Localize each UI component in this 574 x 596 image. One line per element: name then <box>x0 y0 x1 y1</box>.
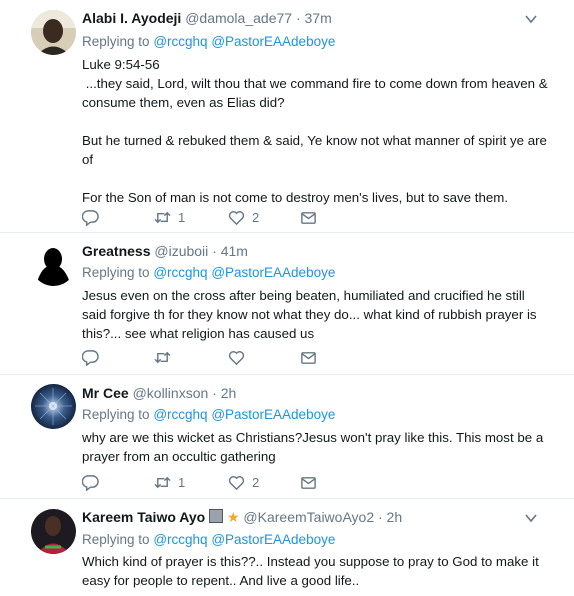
like-button[interactable]: 2 <box>228 207 259 227</box>
like-icon <box>228 350 245 365</box>
dm-button[interactable] <box>300 347 317 367</box>
avatar[interactable] <box>31 241 76 286</box>
reply-button[interactable] <box>82 472 99 492</box>
replying-to: Replying to @rccghq @PastorEAAdeboye <box>82 532 335 547</box>
star-emoji-icon: ★ <box>226 509 240 525</box>
mention-link[interactable]: @rccghq <box>153 532 207 547</box>
caret-down-icon[interactable] <box>524 12 538 26</box>
tweet-2[interactable]: Greatness @izuboii · 41m Replying to @rc… <box>0 233 574 375</box>
author-handle[interactable]: @izuboii <box>154 243 208 259</box>
replying-to-label: Replying to <box>82 532 150 547</box>
tweet-actions: 1 2 <box>82 472 382 492</box>
dm-icon <box>301 476 316 489</box>
retweet-button[interactable]: 1 <box>154 207 185 227</box>
author-name[interactable]: Kareem Taiwo Ayo <box>82 509 205 525</box>
tweet-text: why are we this wicket as Christians?Jes… <box>82 430 547 464</box>
mention-link[interactable]: @rccghq <box>153 34 207 49</box>
reply-button[interactable] <box>82 347 99 367</box>
tweet-timestamp[interactable]: · 2h <box>378 509 402 525</box>
reply-icon <box>82 474 99 491</box>
mention-link[interactable]: @PastorEAAdeboye <box>211 532 335 547</box>
tweet-1[interactable]: Alabi I. Ayodeji @damola_ade77 · 37m Rep… <box>0 0 574 233</box>
reply-button[interactable] <box>82 207 99 227</box>
tweet-timestamp[interactable]: · 41m <box>212 243 248 259</box>
replying-to-label: Replying to <box>82 34 150 49</box>
like-count: 2 <box>252 209 260 225</box>
author-name[interactable]: Greatness <box>82 243 150 259</box>
tweet-actions <box>82 347 382 367</box>
retweet-count: 1 <box>178 209 186 225</box>
reply-icon <box>82 349 99 366</box>
retweet-button[interactable] <box>154 347 178 367</box>
retweet-count: 1 <box>178 474 186 490</box>
tweet-3[interactable]: Mr Cee @kollinxson · 2h Replying to @rcc… <box>0 375 574 499</box>
retweet-button[interactable]: 1 <box>154 472 185 492</box>
tweet-text: Jesus even on the cross after being beat… <box>82 288 541 341</box>
retweet-icon <box>154 351 171 363</box>
like-button[interactable]: 2 <box>228 472 259 492</box>
calendar-emoji-icon <box>209 509 224 523</box>
like-button[interactable] <box>228 347 252 367</box>
mention-link[interactable]: @PastorEAAdeboye <box>211 407 335 422</box>
like-count: 2 <box>252 474 260 490</box>
author-name[interactable]: Mr Cee <box>82 385 129 401</box>
mention-link[interactable]: @rccghq <box>153 265 207 280</box>
avatar[interactable] <box>31 384 76 429</box>
mention-link[interactable]: @PastorEAAdeboye <box>211 34 335 49</box>
avatar[interactable] <box>31 10 76 55</box>
tweet-timestamp[interactable]: · 2h <box>212 385 236 401</box>
reply-icon <box>82 209 99 226</box>
author-handle[interactable]: @kollinxson <box>133 385 209 401</box>
replying-to: Replying to @rccghq @PastorEAAdeboye <box>82 265 335 280</box>
replying-to: Replying to @rccghq @PastorEAAdeboye <box>82 407 335 422</box>
author-handle[interactable]: @KareemTaiwoAyo2 <box>243 509 374 525</box>
avatar[interactable] <box>31 509 76 554</box>
author-name[interactable]: Alabi I. Ayodeji <box>82 10 181 26</box>
like-icon <box>228 475 245 490</box>
replying-to-label: Replying to <box>82 407 150 422</box>
dm-icon <box>301 351 316 364</box>
tweet-text: Which kind of prayer is this??.. Instead… <box>82 554 543 588</box>
author-handle[interactable]: @damola_ade77 <box>185 10 292 26</box>
tweet-timestamp[interactable]: · 37m <box>296 10 332 26</box>
retweet-icon <box>154 476 171 488</box>
tweet-4[interactable]: Kareem Taiwo Ayo ★ @KareemTaiwoAyo2 · 2h… <box>0 499 574 596</box>
retweet-icon <box>154 211 171 223</box>
mention-link[interactable]: @rccghq <box>153 407 207 422</box>
tweet-text: Luke 9:54-56 ...they said, Lord, wilt th… <box>82 57 548 205</box>
like-icon <box>228 210 245 225</box>
caret-down-icon[interactable] <box>524 511 538 525</box>
dm-button[interactable] <box>300 472 317 492</box>
replying-to-label: Replying to <box>82 265 150 280</box>
dm-button[interactable] <box>300 207 317 227</box>
replying-to: Replying to @rccghq @PastorEAAdeboye <box>82 34 335 49</box>
tweet-actions: 1 2 <box>82 207 382 227</box>
mention-link[interactable]: @PastorEAAdeboye <box>211 265 335 280</box>
dm-icon <box>301 211 316 224</box>
